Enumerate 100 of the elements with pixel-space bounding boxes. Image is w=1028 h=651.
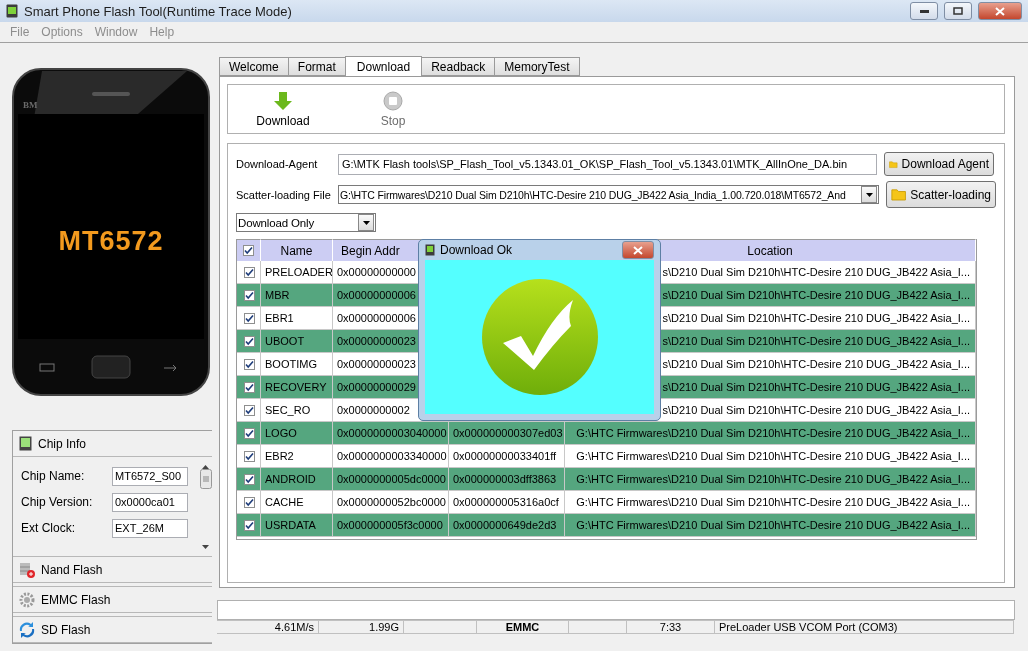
app-icon (6, 4, 18, 18)
section-header[interactable]: Nand Flash (13, 556, 212, 583)
gear-icon (19, 591, 35, 608)
close-button[interactable] (978, 2, 1022, 20)
field-label: Chip Version: (21, 495, 94, 509)
tab[interactable]: Download (344, 56, 423, 76)
refresh-icon (19, 621, 35, 638)
close-button[interactable] (622, 241, 654, 259)
row-checkbox[interactable] (244, 496, 255, 508)
row-checkbox[interactable] (244, 381, 255, 393)
table-cell: 0x00000000033401ff (449, 445, 565, 468)
section-title: Nand Flash (41, 562, 103, 577)
table-cell: 0x000000005f3c0000 (333, 514, 449, 537)
table-cell: 0x0000000005dc0000 (333, 468, 449, 491)
table-cell: 0x0000000649de2d3 (449, 514, 565, 537)
table-cell: SEC_RO (261, 399, 333, 422)
select-all-checkbox[interactable] (243, 245, 254, 256)
table-cell: G:\HTC Firmwares\D210 Dual Sim D210h\HTC-Desire 210 DUG_JB422 Asia_I... (565, 422, 976, 445)
mode-dropdown[interactable]: Download Only (236, 213, 376, 232)
section-title: SD Flash (41, 622, 91, 637)
scatter-dropdown[interactable]: G:\HTC Firmwares\D210 Dual Sim D210h\HTC-Desire 210 DUG_JB422 Asia_India_1.00.720.018\MT6572_And (338, 185, 879, 204)
row-checkbox[interactable] (244, 358, 255, 370)
tab[interactable]: Readback (421, 57, 496, 76)
table-cell: EBR1 (261, 307, 333, 330)
row-checkbox[interactable] (244, 427, 255, 439)
download-agent-button[interactable]: Download Agent (884, 152, 994, 176)
minimize-button[interactable] (910, 2, 938, 20)
input-field[interactable]: EXT_26M (112, 518, 188, 538)
table-cell: MBR (261, 284, 333, 307)
down-arrow-icon (273, 90, 293, 111)
table-cell: EBR2 (261, 445, 333, 468)
chip-icon (19, 436, 32, 451)
status-cell: 4.61M/s (217, 620, 319, 634)
row-checkbox[interactable] (244, 404, 255, 416)
column-header[interactable] (237, 239, 261, 261)
tab[interactable]: MemoryTest (494, 57, 580, 76)
phone-brand: BM (23, 100, 38, 110)
status-cell: 7:33 (627, 620, 715, 634)
row-checkbox[interactable] (244, 312, 255, 324)
column-header[interactable]: Name (261, 239, 333, 261)
row-checkbox[interactable] (244, 289, 255, 301)
table-cell: ANDROID (261, 468, 333, 491)
table-cell: G:\HTC Firmwares\D210 Dual Sim D210h\HTC-Desire 210 DUG_JB422 Asia_I... (565, 445, 976, 468)
table-cell: UBOOT (261, 330, 333, 353)
row-checkbox[interactable] (244, 335, 255, 347)
table-cell: G:\HTC Firmwares\D210 Dual Sim D210h\HTC-Desire 210 DUG_JB422 Asia_I... (565, 468, 976, 491)
row-checkbox[interactable] (244, 266, 255, 278)
row-checkbox[interactable] (244, 473, 255, 485)
section-title: Chip Info (38, 436, 87, 451)
field-label: Scatter-loading File (236, 187, 332, 202)
status-cell: 1.99G (319, 620, 404, 634)
table-cell: LOGO (261, 422, 333, 445)
row-checkbox[interactable] (244, 519, 255, 531)
table-cell: G:\HTC Firmwares\D210 Dual Sim D210h\HTC-Desire 210 DUG_JB422 Asia_I... (565, 514, 976, 537)
scatter-loading-button[interactable]: Scatter-loading (886, 181, 996, 208)
path-field[interactable]: G:\MTK Flash tools\SP_Flash_Tool_v5.1343.01_OK\SP_Flash_Tool_v5.1343.01\MTK_AllInOne_DA.bin (338, 153, 877, 175)
minimize-icon (919, 9, 929, 13)
tab[interactable]: Format (287, 57, 346, 76)
chip-model-label: MT6572 (57, 226, 165, 257)
section-header[interactable]: EMMC Flash (13, 586, 212, 613)
field-label: Ext Clock: (21, 521, 76, 535)
status-cell (569, 620, 627, 634)
table-cell: 0x0000000003340000 (333, 445, 449, 468)
table-cell: USRDATA (261, 514, 333, 537)
field-label: Download-Agent (236, 157, 319, 171)
stop-icon (383, 90, 403, 111)
toolbar-button[interactable]: Download (253, 85, 313, 133)
table-cell: BOOTIMG (261, 353, 333, 376)
close-icon (633, 245, 643, 255)
scroll-down-icon[interactable] (202, 545, 209, 549)
folder-icon (891, 187, 907, 202)
input-field[interactable]: MT6572_S00 (112, 466, 188, 486)
check-circle-icon (480, 278, 599, 396)
table-cell: 0x000000005316a0cf (449, 491, 565, 514)
table-cell: 0x000000000307ed03 (449, 422, 565, 445)
maximize-button[interactable] (944, 2, 972, 20)
scroll-thumb[interactable] (199, 469, 212, 489)
chip-info-header[interactable]: Chip Info (13, 431, 212, 457)
app-icon (425, 244, 435, 256)
table-cell: CACHE (261, 491, 333, 514)
input-field[interactable]: 0x0000ca01 (112, 492, 188, 512)
storage-icon (19, 561, 35, 578)
table-cell: 0x0000000003040000 (333, 422, 449, 445)
caret-icon (865, 192, 873, 197)
table-cell: G:\HTC Firmwares\D210 Dual Sim D210h\HTC-Desire 210 DUG_JB422 Asia_I... (565, 491, 976, 514)
maximize-icon (953, 7, 963, 15)
table-cell: 0x0000000052bc0000 (333, 491, 449, 514)
tab[interactable]: Welcome (219, 57, 289, 76)
caret-icon (362, 220, 370, 225)
close-icon (995, 6, 1005, 16)
table-cell: 0x000000003dff3863 (449, 468, 565, 491)
section-header[interactable]: SD Flash (13, 616, 212, 643)
status-cell: PreLoader USB VCOM Port (COM3) (715, 620, 1014, 634)
table-cell: PRELOADER (261, 261, 333, 284)
row-checkbox[interactable] (244, 450, 255, 462)
status-cell: EMMC (477, 620, 569, 634)
window-title: Smart Phone Flash Tool(Runtime Trace Mode) (24, 3, 293, 19)
section-title: EMMC Flash (41, 592, 111, 607)
table-cell: RECOVERY (261, 376, 333, 399)
field-label: Chip Name: (21, 469, 86, 483)
